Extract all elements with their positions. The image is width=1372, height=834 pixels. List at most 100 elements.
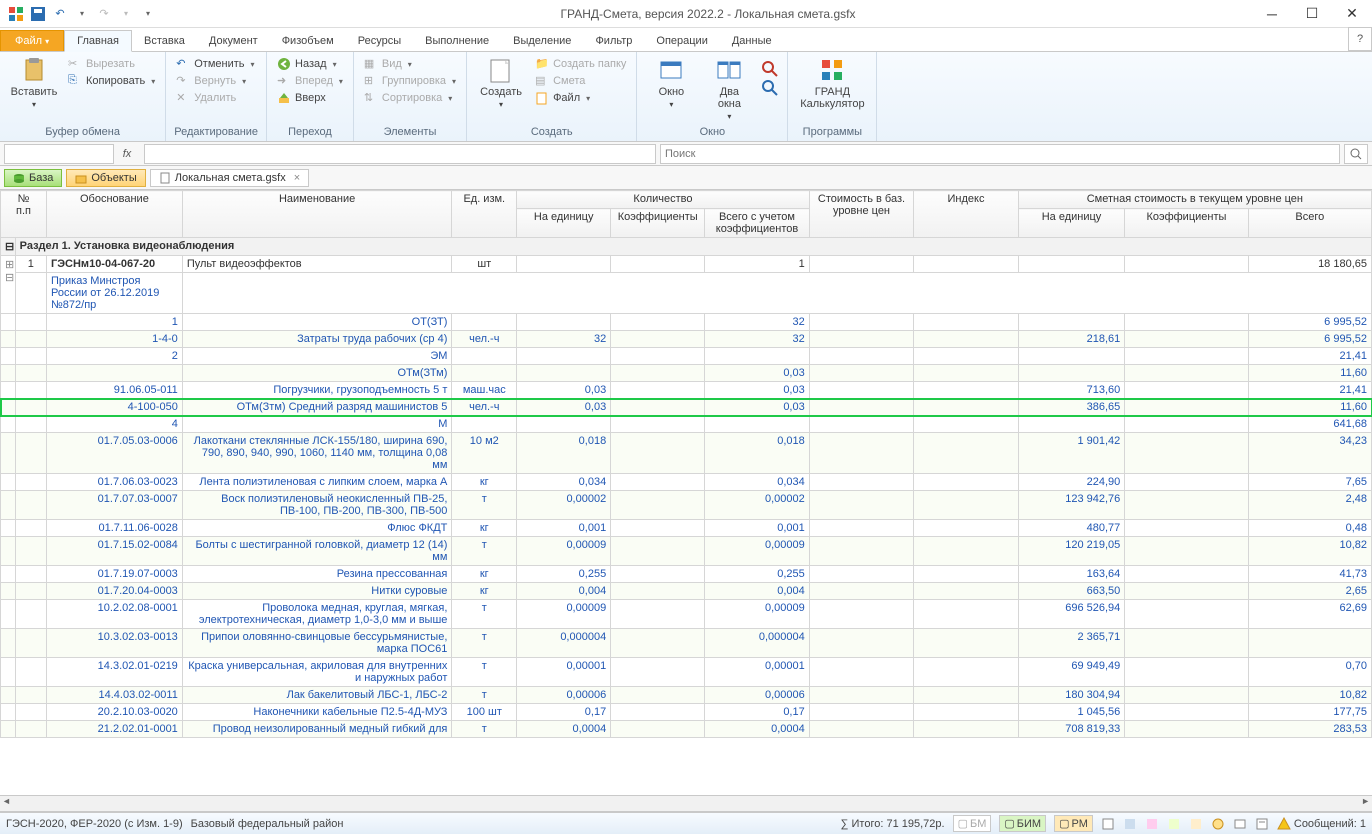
row-tree[interactable]: [1, 314, 16, 331]
cell-basis[interactable]: 20.2.10.03-0020: [46, 704, 182, 721]
cell-unit[interactable]: [452, 348, 517, 365]
row-toggle[interactable]: ⊞⊟: [1, 256, 16, 314]
cell-address-input[interactable]: [4, 144, 114, 164]
table-row[interactable]: 21.2.02.01-0001Провод неизолированный ме…: [1, 721, 1372, 738]
cell-p1[interactable]: 218,61: [1018, 331, 1125, 348]
cell-q3[interactable]: 0,00002: [705, 491, 810, 520]
cell-q3[interactable]: 0,255: [705, 566, 810, 583]
cell-total[interactable]: 0,48: [1248, 520, 1371, 537]
cell-total[interactable]: 2,65: [1248, 583, 1371, 600]
cell-basis[interactable]: 2: [46, 348, 182, 365]
cell-name[interactable]: Лак бакелитовый ЛБС-1, ЛБС-2: [182, 687, 452, 704]
cell-unit[interactable]: т: [452, 629, 517, 658]
table-row[interactable]: 01.7.07.03-0007Воск полиэтиленовый неоки…: [1, 491, 1372, 520]
cell-q1[interactable]: 0,255: [517, 566, 611, 583]
row-tree[interactable]: [1, 382, 16, 399]
cell-total[interactable]: 10,82: [1248, 537, 1371, 566]
cell-q3[interactable]: 0,000004: [705, 629, 810, 658]
header-cur2[interactable]: Коэффициенты: [1125, 209, 1248, 238]
cell-q3[interactable]: 0,03: [705, 399, 810, 416]
cell-unit[interactable]: т: [452, 721, 517, 738]
cell-q3[interactable]: 0,17: [705, 704, 810, 721]
cell-basis[interactable]: [46, 365, 182, 382]
cell-name[interactable]: ОТм(Зтм) Средний разряд машинистов 5: [182, 399, 452, 416]
cell-q3[interactable]: 0,001: [705, 520, 810, 537]
table-row[interactable]: 1-4-0Затраты труда рабочих (ср 4)чел.-ч3…: [1, 331, 1372, 348]
cell-name[interactable]: ОТм(ЗТм): [182, 365, 452, 382]
close-tab-icon[interactable]: ×: [294, 172, 300, 184]
header-qty1[interactable]: На единицу: [517, 209, 611, 238]
row-tree[interactable]: [1, 474, 16, 491]
header-qty3[interactable]: Всего с учетом коэффициентов: [705, 209, 810, 238]
cell-total[interactable]: 7,65: [1248, 474, 1371, 491]
header-name[interactable]: Наименование: [182, 191, 452, 238]
cell-unit[interactable]: [452, 365, 517, 382]
cell-basis[interactable]: 14.3.02.01-0219: [46, 658, 182, 687]
cell-p1[interactable]: 708 819,33: [1018, 721, 1125, 738]
status-icon-7[interactable]: [1233, 817, 1247, 831]
create-file-button[interactable]: Файл: [533, 90, 628, 106]
create-button[interactable]: Создать▾: [475, 56, 527, 109]
cell-q3[interactable]: 0,00001: [705, 658, 810, 687]
row-tree[interactable]: [1, 416, 16, 433]
objects-button[interactable]: Объекты: [66, 169, 145, 187]
row-tree[interactable]: [1, 348, 16, 365]
cell-p1[interactable]: 69 949,49: [1018, 658, 1125, 687]
cell-total[interactable]: 41,73: [1248, 566, 1371, 583]
cell-basis[interactable]: 01.7.19.07-0003: [46, 566, 182, 583]
cell-unit[interactable]: т: [452, 658, 517, 687]
minimize-button[interactable]: ─: [1252, 0, 1292, 28]
cell-name[interactable]: Погрузчики, грузоподъемность 5 т: [182, 382, 452, 399]
document-tab[interactable]: Локальная смета.gsfx×: [150, 169, 309, 187]
cell-basis[interactable]: 01.7.20.04-0003: [46, 583, 182, 600]
table-row[interactable]: 14.3.02.01-0219Краска универсальная, акр…: [1, 658, 1372, 687]
row-tree[interactable]: [1, 721, 16, 738]
cell-num[interactable]: 1: [15, 256, 46, 273]
cell-p1[interactable]: [1018, 416, 1125, 433]
cell-p1[interactable]: 180 304,94: [1018, 687, 1125, 704]
cell-q3[interactable]: 32: [705, 331, 810, 348]
cell-q3[interactable]: 0,004: [705, 583, 810, 600]
header-basis[interactable]: Обоснование: [46, 191, 182, 238]
table-row[interactable]: 14.4.03.02-0011Лак бакелитовый ЛБС-1, ЛБ…: [1, 687, 1372, 704]
cell-unit[interactable]: т: [452, 537, 517, 566]
cell-q1[interactable]: 0,17: [517, 704, 611, 721]
cell-q3[interactable]: 32: [705, 314, 810, 331]
cell-q1[interactable]: 0,03: [517, 382, 611, 399]
help-button[interactable]: ?: [1348, 27, 1372, 51]
cell-basis[interactable]: 01.7.11.06-0028: [46, 520, 182, 537]
cell-basis[interactable]: 1: [46, 314, 182, 331]
header-num[interactable]: № п.п: [1, 191, 47, 238]
create-folder-button[interactable]: 📁Создать папку: [533, 56, 628, 72]
view-button[interactable]: ▦Вид: [362, 56, 458, 72]
row-tree[interactable]: [1, 704, 16, 721]
cell-unit[interactable]: чел.-ч: [452, 399, 517, 416]
cell-basis[interactable]: 10.2.02.08-0001: [46, 600, 182, 629]
header-qty[interactable]: Количество: [517, 191, 810, 209]
status-icon-1[interactable]: [1101, 817, 1115, 831]
cell-p1[interactable]: [1018, 348, 1125, 365]
cell-q1[interactable]: 0,00002: [517, 491, 611, 520]
table-row[interactable]: 10.2.02.08-0001Проволока медная, круглая…: [1, 600, 1372, 629]
cell-name[interactable]: ОТ(ЗТ): [182, 314, 452, 331]
status-icon-3[interactable]: [1145, 817, 1159, 831]
cell-total[interactable]: 11,60: [1248, 399, 1371, 416]
cell-name[interactable]: Болты с шестигранной головкой, диаметр 1…: [182, 537, 452, 566]
up-button[interactable]: Вверх: [275, 90, 345, 106]
cell-q1[interactable]: 0,00001: [517, 658, 611, 687]
cut-button[interactable]: ✂Вырезать: [66, 56, 157, 72]
cell-name[interactable]: Наконечники кабельные П2.5-4Д-МУЗ: [182, 704, 452, 721]
table-row[interactable]: 4-100-050ОТм(Зтм) Средний разряд машинис…: [1, 399, 1372, 416]
cell-basis[interactable]: 01.7.05.03-0006: [46, 433, 182, 474]
cell-name[interactable]: ЭМ: [182, 348, 452, 365]
cell-total[interactable]: 18 180,65: [1248, 256, 1371, 273]
section-toggle[interactable]: ⊟: [1, 238, 16, 256]
cell-q1[interactable]: [517, 416, 611, 433]
undo-icon[interactable]: ↶: [50, 4, 70, 24]
cell-q1[interactable]: 0,00006: [517, 687, 611, 704]
cell-q1[interactable]: 0,034: [517, 474, 611, 491]
table-row[interactable]: 01.7.06.03-0023Лента полиэтиленовая с ли…: [1, 474, 1372, 491]
header-cur3[interactable]: Всего: [1248, 209, 1371, 238]
cell-name[interactable]: Воск полиэтиленовый неокисленный ПВ-25, …: [182, 491, 452, 520]
cell-basis[interactable]: 91.06.05-011: [46, 382, 182, 399]
